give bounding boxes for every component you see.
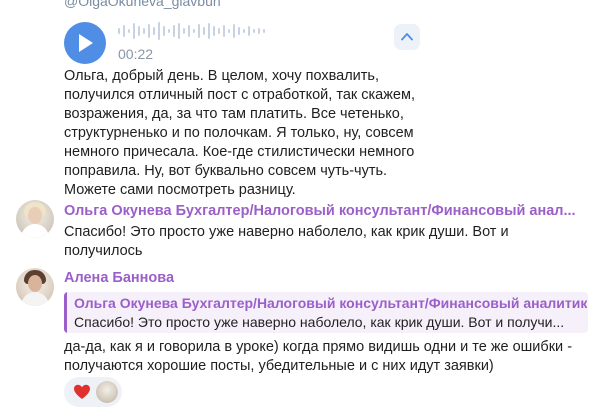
reply-text: Спасибо! Это просто уже наверно наболело… [74, 314, 565, 330]
reaction-avatar [96, 381, 118, 403]
message-text: да-да, как я и говорила в уроке) когда п… [64, 339, 573, 374]
message-text: Ольга, добрый день. В целом, хочу похвал… [64, 68, 415, 198]
chevron-up-icon [401, 33, 413, 41]
reply-author: Ольга Окунева Бухгалтер/Налоговый консул… [74, 295, 588, 311]
heart-icon [74, 384, 90, 399]
waveform[interactable] [118, 20, 308, 42]
message-text: Спасибо! Это просто уже наверно наболело… [64, 224, 509, 259]
author-name[interactable]: Ольга Окунева Бухгалтер/Налоговый консул… [64, 203, 576, 219]
expand-button[interactable] [394, 24, 420, 50]
avatar-body [21, 292, 49, 306]
reply-quote[interactable]: Ольга Окунева Бухгалтер/Налоговый консул… [64, 292, 588, 333]
voice-message: 00:22 [64, 14, 424, 68]
avatar-body [21, 224, 49, 238]
reply-bar [64, 292, 67, 333]
avatar-face [28, 275, 42, 292]
play-icon [79, 34, 93, 52]
avatar-face [28, 207, 42, 224]
top-handle: @OlgaOkuneva_glavbuh [64, 0, 221, 9]
avatar[interactable] [16, 200, 54, 238]
play-button[interactable] [64, 22, 106, 64]
avatar[interactable] [16, 268, 54, 306]
voice-duration: 00:22 [118, 46, 154, 62]
reaction-chip[interactable] [64, 377, 122, 407]
author-name[interactable]: Алена Баннова [64, 270, 174, 286]
